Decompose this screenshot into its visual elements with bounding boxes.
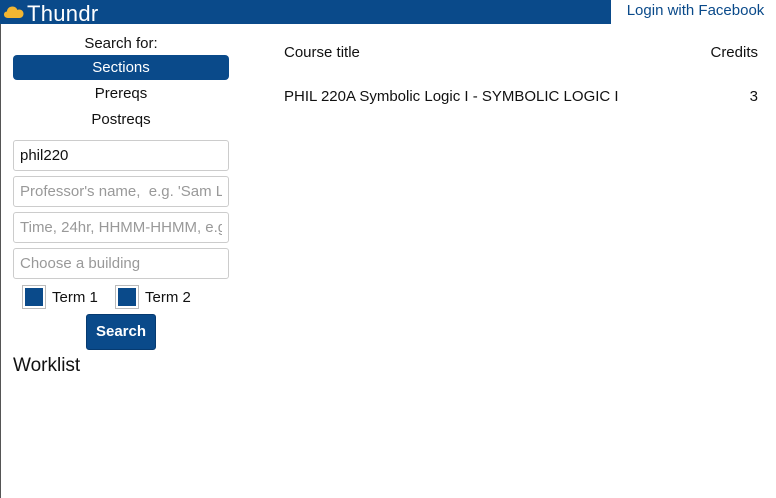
- page-left-border: [0, 24, 1, 498]
- mode-postreqs-button[interactable]: Postreqs: [13, 107, 229, 132]
- term-1-option[interactable]: Term 1: [22, 283, 98, 311]
- top-bar: Thundr Login with Facebook: [0, 0, 776, 26]
- column-header-credits: Credits: [710, 44, 758, 61]
- professor-input[interactable]: [13, 176, 229, 207]
- term-2-label: Term 2: [145, 288, 191, 306]
- course-title-cell[interactable]: PHIL 220A Symbolic Logic I - SYMBOLIC LO…: [284, 86, 619, 108]
- course-search-input[interactable]: [13, 140, 229, 171]
- search-for-label: Search for:: [84, 35, 158, 52]
- term-filters: Term 1 Term 2: [13, 283, 229, 311]
- search-sidebar: Search for: Sections Prereqs Postreqs Te…: [13, 34, 229, 311]
- search-button[interactable]: Search: [86, 314, 156, 350]
- login-facebook-button[interactable]: Login with Facebook: [611, 0, 776, 24]
- results-header-row: Course title Credits: [284, 42, 758, 64]
- app-title: Thundr: [27, 1, 99, 26]
- term-1-label: Term 1: [52, 288, 98, 306]
- cloud-icon: [4, 6, 24, 18]
- worklist-heading: Worklist: [13, 355, 81, 376]
- credits-cell: 3: [749, 88, 758, 105]
- results-table: Course title Credits PHIL 220A Symbolic …: [284, 42, 758, 108]
- table-row[interactable]: PHIL 220A Symbolic Logic I - SYMBOLIC LO…: [284, 86, 758, 108]
- term-2-checkbox[interactable]: [115, 285, 139, 309]
- mode-sections-button[interactable]: Sections: [13, 55, 229, 80]
- column-header-course-title: Course title: [284, 44, 360, 61]
- time-input[interactable]: [13, 212, 229, 243]
- term-2-option[interactable]: Term 2: [115, 283, 191, 311]
- term-1-checkbox[interactable]: [22, 285, 46, 309]
- mode-prereqs-button[interactable]: Prereqs: [13, 81, 229, 106]
- building-input[interactable]: [13, 248, 229, 279]
